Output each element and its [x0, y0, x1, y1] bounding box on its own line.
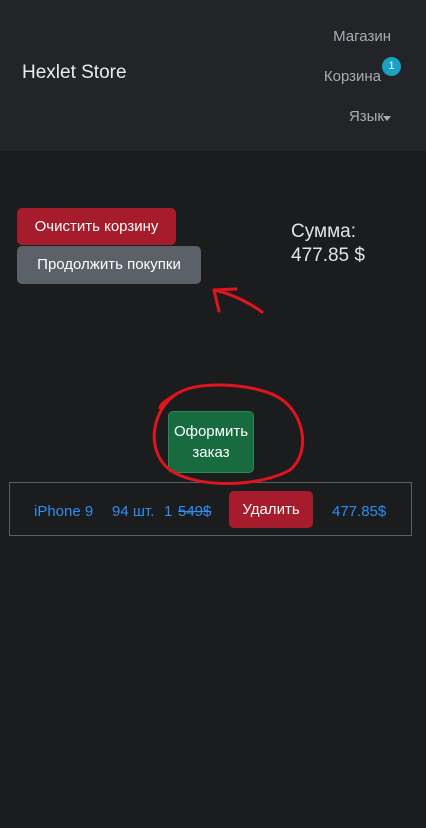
delete-item-button[interactable]: Удалить	[229, 491, 313, 528]
item-old-price: 549$	[178, 503, 212, 520]
language-dropdown[interactable]: Язык	[349, 108, 384, 125]
sum-label: Сумма:	[291, 221, 356, 242]
item-stock: 94 шт.	[112, 503, 155, 520]
item-quantity: 1	[164, 503, 173, 520]
checkout-button-label-line1: Оформить	[173, 423, 249, 440]
page: Hexlet Store Магазин Корзина 1 Язык Очис…	[0, 0, 426, 828]
clear-cart-button[interactable]: Очистить корзину	[17, 208, 176, 245]
sum-value: 477.85 $	[291, 245, 365, 266]
brand-link[interactable]: Hexlet Store	[22, 62, 127, 84]
nav-link-cart[interactable]: Корзина	[324, 68, 381, 85]
caret-down-icon	[383, 116, 391, 121]
cart-item-row: iPhone 9 94 шт. 1 549$ Удалить 477.85$	[9, 482, 412, 536]
nav-link-shop[interactable]: Магазин	[333, 28, 391, 45]
cart-count-badge: 1	[382, 57, 401, 76]
item-name-link[interactable]: iPhone 9	[34, 503, 93, 520]
checkout-button[interactable]: Оформить заказ	[168, 411, 254, 473]
item-total: 477.85$	[332, 503, 387, 520]
navbar: Hexlet Store Магазин Корзина 1 Язык	[0, 0, 426, 151]
checkout-button-label-line2: заказ	[192, 444, 230, 461]
continue-shopping-button[interactable]: Продолжить покупки	[17, 246, 201, 284]
annotation-arrow-icon	[212, 287, 264, 314]
